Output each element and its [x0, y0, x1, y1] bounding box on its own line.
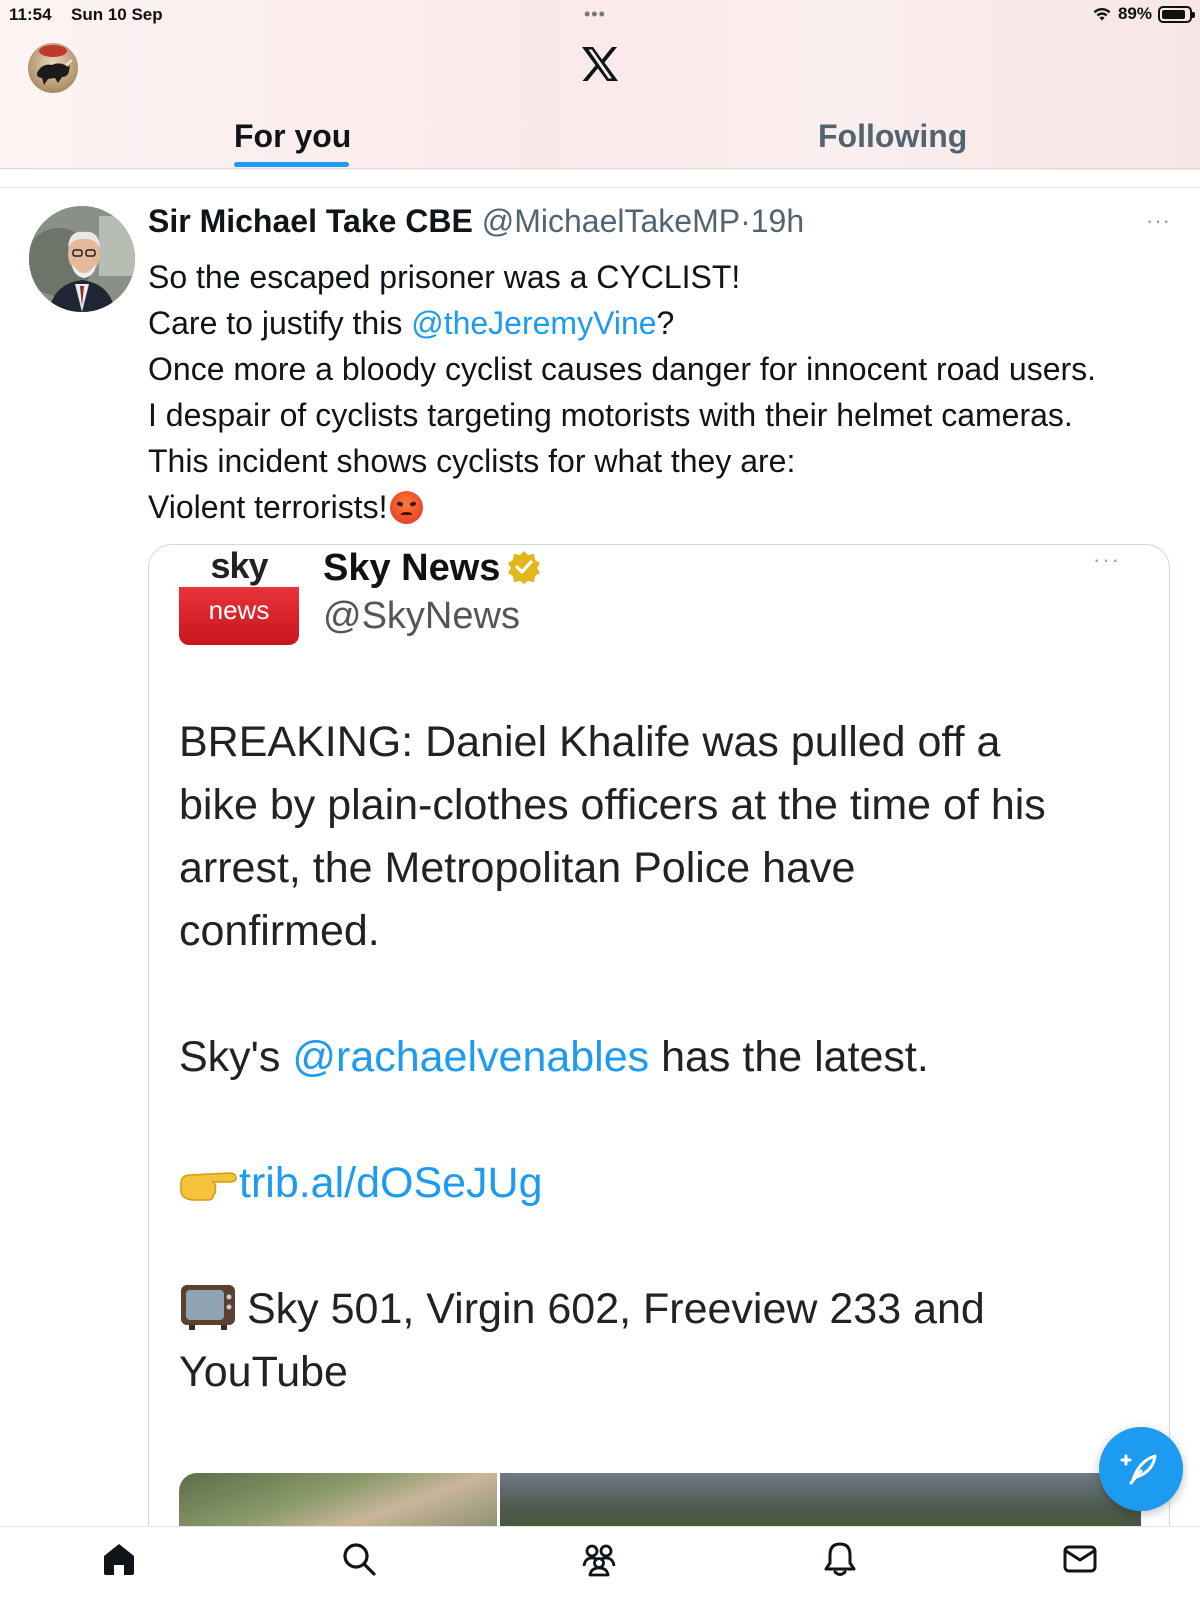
wifi-icon	[1093, 7, 1111, 21]
notifications-icon[interactable]	[822, 1541, 858, 1577]
sky-logo-top: sky	[210, 545, 268, 586]
embedded-line: bike by plain-clothes officers at the ti…	[179, 781, 1046, 829]
television-emoji-icon	[181, 1285, 235, 1330]
embedded-text: has the latest.	[649, 1033, 929, 1081]
battery-fill	[1162, 9, 1186, 19]
embedded-author-name-text: Sky News	[323, 547, 501, 589]
sky-news-logo: sky news	[179, 545, 299, 647]
communities-icon[interactable]	[581, 1541, 617, 1577]
tab-for-you[interactable]: For you	[234, 118, 351, 155]
tweet-author-handle[interactable]: @MichaelTakeMP	[482, 203, 740, 239]
x-logo-icon[interactable]	[580, 44, 620, 84]
embedded-line: trib.al/dOSeJUg	[179, 1152, 1149, 1215]
embedded-line: Sky's @rachaelvenables has the latest.	[179, 1026, 1149, 1089]
embedded-line: YouTube	[179, 1348, 348, 1396]
tweet-line: So the escaped prisoner was a CYCLIST!	[148, 259, 741, 295]
embedded-author-name: Sky News	[323, 547, 542, 590]
tweet-header: Sir Michael Take CBE @MichaelTakeMP·19h	[148, 203, 804, 240]
multitasking-dots-icon[interactable]: •••	[584, 4, 606, 25]
tweet-media-card[interactable]: sky news Sky News @SkyNews ··· BREAKING:…	[148, 544, 1170, 1554]
divider	[0, 168, 1200, 169]
embedded-line: Sky 501, Virgin 602, Freeview 233 and	[179, 1278, 1149, 1341]
tweet-text: So the escaped prisoner was a CYCLIST! C…	[148, 254, 1168, 530]
tweet-timestamp[interactable]: 19h	[751, 203, 804, 239]
embedded-author-handle: @SkyNews	[323, 595, 520, 637]
tweet-line: Violent terrorists!	[148, 484, 1168, 530]
tweet-author-name[interactable]: Sir Michael Take CBE	[148, 203, 473, 239]
divider	[0, 187, 1200, 188]
embedded-mention: @rachaelvenables	[292, 1033, 650, 1081]
messages-icon[interactable]	[1062, 1541, 1098, 1577]
embedded-line: arrest, the Metropolitan Police have	[179, 844, 856, 892]
tweet-line: This incident shows cyclists for what th…	[148, 443, 796, 479]
angry-face-emoji-icon	[389, 491, 423, 524]
profile-avatar[interactable]	[28, 43, 78, 93]
embedded-body: BREAKING: Daniel Khalife was pulled off …	[179, 711, 1149, 1404]
search-icon[interactable]	[341, 1541, 377, 1577]
battery-icon	[1158, 5, 1195, 23]
tweet-line: Care to justify this @theJeremyVine?	[148, 300, 1168, 346]
embedded-more-icon: ···	[1093, 547, 1121, 572]
active-tab-indicator	[234, 162, 349, 167]
embedded-line: BREAKING: Daniel Khalife was pulled off …	[179, 718, 1001, 766]
tab-following[interactable]: Following	[818, 118, 967, 155]
mention-link[interactable]: @theJeremyVine	[411, 305, 656, 341]
tweet-author-avatar[interactable]	[29, 206, 135, 312]
embedded-link: trib.al/dOSeJUg	[239, 1159, 543, 1207]
verified-badge-icon	[508, 551, 541, 584]
author-photo	[29, 206, 135, 312]
tweet-line-text: ?	[656, 305, 675, 341]
tweet-more-icon[interactable]: ···	[1146, 208, 1171, 234]
status-right: 89%	[1092, 4, 1195, 24]
pointing-hand-emoji-icon	[180, 1172, 237, 1201]
embedded-line: confirmed.	[179, 907, 380, 955]
compose-feather-icon	[1120, 1454, 1157, 1485]
sky-logo-bottom: news	[179, 587, 299, 645]
bull-avatar-icon	[36, 45, 73, 85]
status-date: Sun 10 Sep	[71, 5, 163, 24]
home-icon[interactable]	[101, 1541, 137, 1577]
tweet-line: Once more a bloody cyclist causes danger…	[148, 351, 1097, 387]
tweet-line-text: Violent terrorists!	[148, 489, 388, 525]
bottom-navigation	[0, 1526, 1200, 1600]
timeline-tabs: For you Following	[0, 110, 1200, 170]
tweet-line: I despair of cyclists targeting motorist…	[148, 397, 1073, 433]
status-time: 11:54	[9, 5, 52, 24]
battery-percent: 89%	[1117, 4, 1152, 23]
tweet-line-text: Care to justify this	[148, 305, 412, 341]
compose-tweet-button[interactable]	[1099, 1427, 1183, 1511]
embedded-text: Sky's	[179, 1033, 293, 1081]
embedded-text: Sky 501, Virgin 602, Freeview 233 and	[247, 1285, 985, 1333]
header-separator: ·	[740, 203, 751, 239]
